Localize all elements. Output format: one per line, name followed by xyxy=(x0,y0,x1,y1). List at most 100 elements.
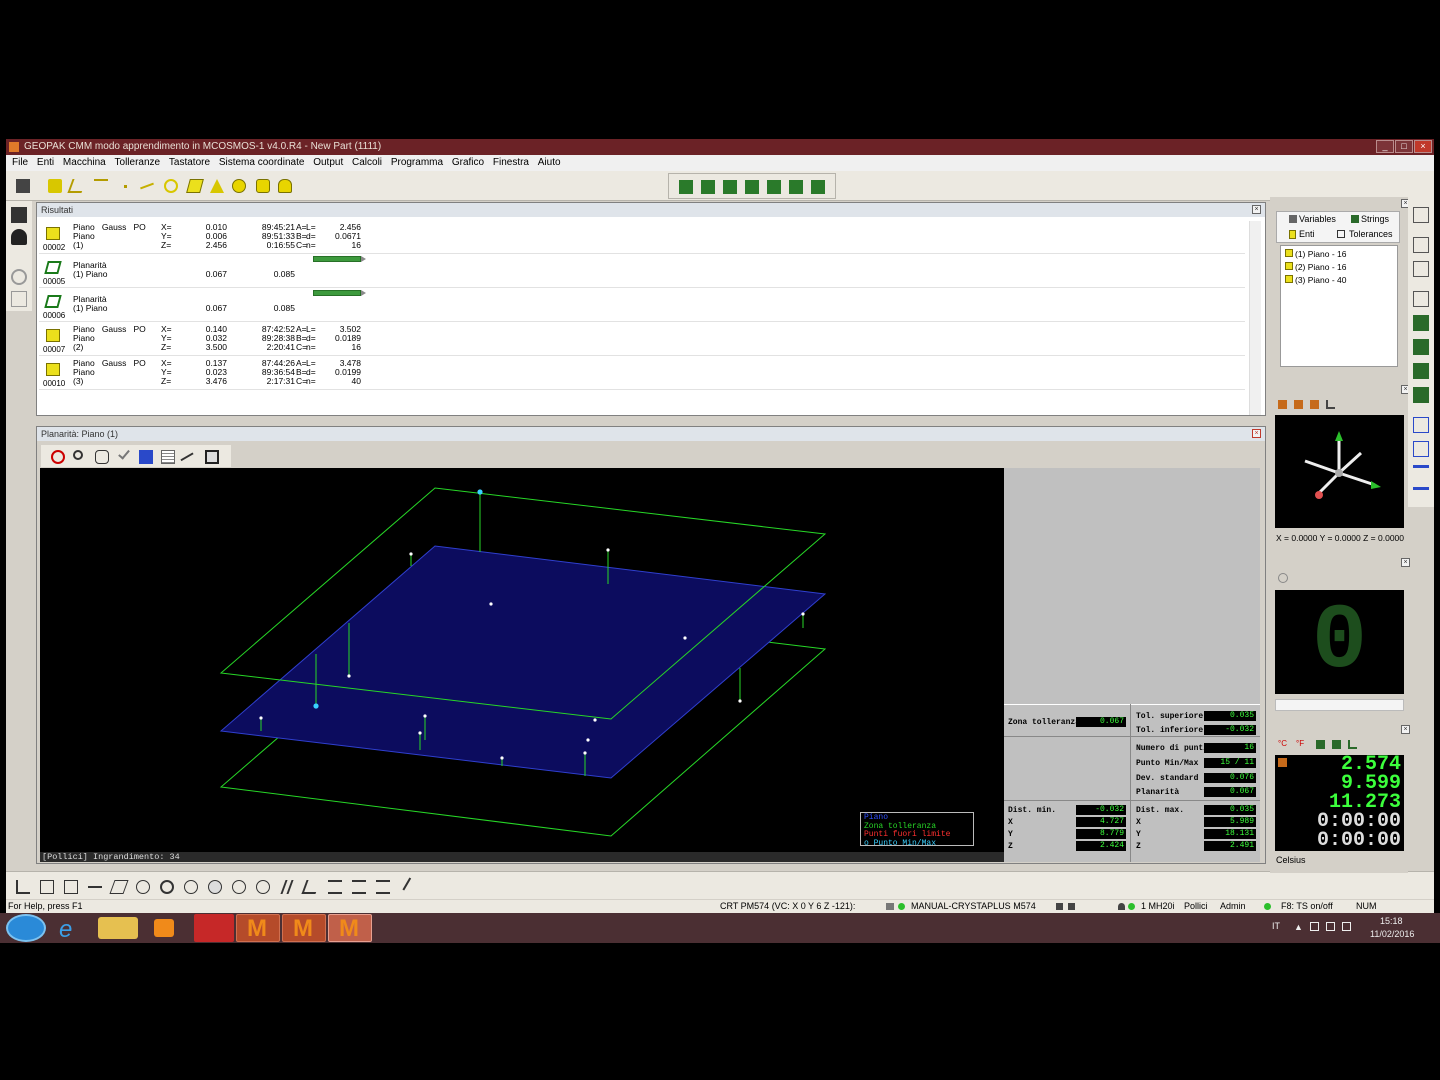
tol-concentricity-icon[interactable] xyxy=(156,876,176,896)
mcosmos-2-icon[interactable]: M xyxy=(282,914,326,942)
flatness-3d-view[interactable]: Piano Zona tolleranza Punti fuori limite… xyxy=(40,468,1004,862)
tol-custom-icon[interactable] xyxy=(396,876,422,897)
tool-blue-2-icon[interactable] xyxy=(1413,441,1429,457)
cone-icon[interactable] xyxy=(206,175,226,195)
probe-2-icon[interactable] xyxy=(697,176,717,196)
temp-c-icon[interactable]: °C xyxy=(1278,739,1288,749)
line-angle-icon[interactable] xyxy=(66,175,87,195)
language-indicator[interactable]: IT xyxy=(1272,921,1280,931)
window-icon[interactable] xyxy=(201,446,221,466)
tol-position-icon[interactable] xyxy=(12,876,32,896)
clock-date[interactable]: 11/02/2016 xyxy=(1370,929,1414,939)
probe-5-icon[interactable] xyxy=(763,176,783,196)
tol-cylindricity-icon[interactable] xyxy=(252,876,272,896)
probe-1-icon[interactable] xyxy=(675,176,695,196)
torus-icon[interactable] xyxy=(274,175,294,195)
probe-3-icon[interactable] xyxy=(719,176,739,196)
status-f8[interactable]: F8: TS on/off xyxy=(1281,900,1333,913)
flatness-close-button[interactable]: × xyxy=(1252,429,1261,438)
tool-page-icon[interactable] xyxy=(1413,237,1429,253)
probe-7-icon[interactable] xyxy=(807,176,827,196)
dock-grip[interactable] xyxy=(1274,199,1402,207)
scale-icon[interactable] xyxy=(179,446,200,472)
line-icon[interactable] xyxy=(136,175,156,195)
result-row-00002[interactable]: 00002 Piano Gauss PO Piano (1) X= Y= Z= … xyxy=(39,221,1245,254)
tool-blue-3-icon[interactable] xyxy=(1413,465,1429,481)
tol-flatness-icon[interactable] xyxy=(108,876,129,896)
plane-icon[interactable] xyxy=(184,175,204,195)
probe-4-icon[interactable] xyxy=(741,176,761,196)
sphere-icon[interactable] xyxy=(228,175,248,195)
list-item[interactable]: (2) Piano - 16 xyxy=(1285,262,1347,272)
point-icon[interactable] xyxy=(44,175,64,195)
menu-macchina[interactable]: Macchina xyxy=(63,157,106,168)
tol-position-circle-icon[interactable] xyxy=(180,876,200,896)
tool-blue-1-icon[interactable] xyxy=(1413,417,1429,433)
tol-distance-icon[interactable] xyxy=(36,876,56,896)
delete-icon[interactable] xyxy=(47,446,67,466)
view-3d-icon[interactable] xyxy=(135,446,155,466)
list-item[interactable]: (3) Piano - 40 xyxy=(1285,275,1347,285)
tol-profile-icon[interactable] xyxy=(348,876,368,896)
list-item[interactable]: (1) Piano - 16 xyxy=(1285,249,1347,259)
menu-aiuto[interactable]: Aiuto xyxy=(538,157,561,168)
tool-list-icon[interactable] xyxy=(1413,291,1429,307)
results-scrollbar[interactable] xyxy=(1249,221,1261,415)
menu-grafico[interactable]: Grafico xyxy=(452,157,484,168)
tol-perpendicularity-icon[interactable] xyxy=(300,876,321,896)
result-row-00006[interactable]: 00006 Planarità (1) Piano 0.067 0.085 xyxy=(39,289,1245,322)
result-row-00005[interactable]: 00005 Planarità (1) Piano 0.067 0.085 xyxy=(39,255,1245,288)
tool-probe-a-icon[interactable] xyxy=(1413,315,1429,331)
tol-surface-icon[interactable] xyxy=(372,876,392,896)
view-top-icon[interactable] xyxy=(1310,400,1319,409)
tol-runout-icon[interactable] xyxy=(204,876,224,896)
explorer-icon[interactable] xyxy=(98,917,138,939)
probe-6-icon[interactable] xyxy=(785,176,805,196)
dot-icon[interactable] xyxy=(114,175,134,195)
tool-probe-b-icon[interactable] xyxy=(1413,339,1429,355)
zoom-icon[interactable] xyxy=(69,446,89,466)
tool-probe-d-icon[interactable] xyxy=(1413,387,1429,403)
minimize-button[interactable]: _ xyxy=(1376,140,1394,153)
menu-tolleranze[interactable]: Tolleranze xyxy=(115,157,161,168)
counter-close-button[interactable]: × xyxy=(1401,558,1410,567)
tray-flag-icon[interactable] xyxy=(1310,922,1319,931)
start-button[interactable] xyxy=(6,914,46,942)
circle-icon[interactable] xyxy=(160,175,180,195)
view-iso-icon[interactable] xyxy=(1326,400,1335,409)
tool-probe-c-icon[interactable] xyxy=(1413,363,1429,379)
menu-programma[interactable]: Programma xyxy=(391,157,443,168)
mcosmos-1-icon[interactable]: M xyxy=(236,914,280,942)
view-front-icon[interactable] xyxy=(1278,400,1287,409)
menu-enti[interactable]: Enti xyxy=(37,157,54,168)
tab-variables[interactable]: Variables xyxy=(1299,214,1336,224)
tray-volume-icon[interactable] xyxy=(1342,922,1351,931)
tool-notes-icon[interactable] xyxy=(1413,261,1429,277)
title-bar[interactable]: GEOPAK CMM modo apprendimento in MCOSMOS… xyxy=(6,139,1434,155)
disabled-circle-icon[interactable] xyxy=(11,269,27,285)
tol-roundness-icon[interactable] xyxy=(132,876,152,896)
cylinder-icon[interactable] xyxy=(252,175,272,195)
readout-axis-icon[interactable] xyxy=(1348,740,1357,749)
tab-enti[interactable]: Enti xyxy=(1299,229,1315,239)
menu-file[interactable]: File xyxy=(12,157,28,168)
mcosmos-3-icon[interactable]: M xyxy=(328,914,372,942)
tool-blue-4-icon[interactable] xyxy=(1413,487,1429,503)
tol-coaxial-icon[interactable] xyxy=(228,876,248,896)
maximize-button[interactable]: □ xyxy=(1395,140,1413,153)
axis-view[interactable] xyxy=(1275,415,1404,528)
ie-icon[interactable]: e xyxy=(50,914,90,943)
menu-calcoli[interactable]: Calcoli xyxy=(352,157,382,168)
tol-angle-icon[interactable] xyxy=(60,876,80,896)
tol-symmetry-icon[interactable] xyxy=(324,876,344,896)
close-button[interactable]: × xyxy=(1414,140,1432,153)
probe-icon[interactable] xyxy=(11,229,27,245)
readout-machine-icon[interactable] xyxy=(1332,740,1341,749)
disabled-tool-icon[interactable] xyxy=(11,291,27,307)
learn-mode-icon[interactable] xyxy=(11,207,27,223)
machine-icon[interactable] xyxy=(12,175,32,195)
readout-probe-icon[interactable] xyxy=(1316,740,1325,749)
readout-close-button[interactable]: × xyxy=(1401,725,1410,734)
media-player-icon[interactable] xyxy=(146,914,186,942)
result-row-00007[interactable]: 00007 Piano Gauss PO Piano (2) X= Y= Z= … xyxy=(39,323,1245,356)
